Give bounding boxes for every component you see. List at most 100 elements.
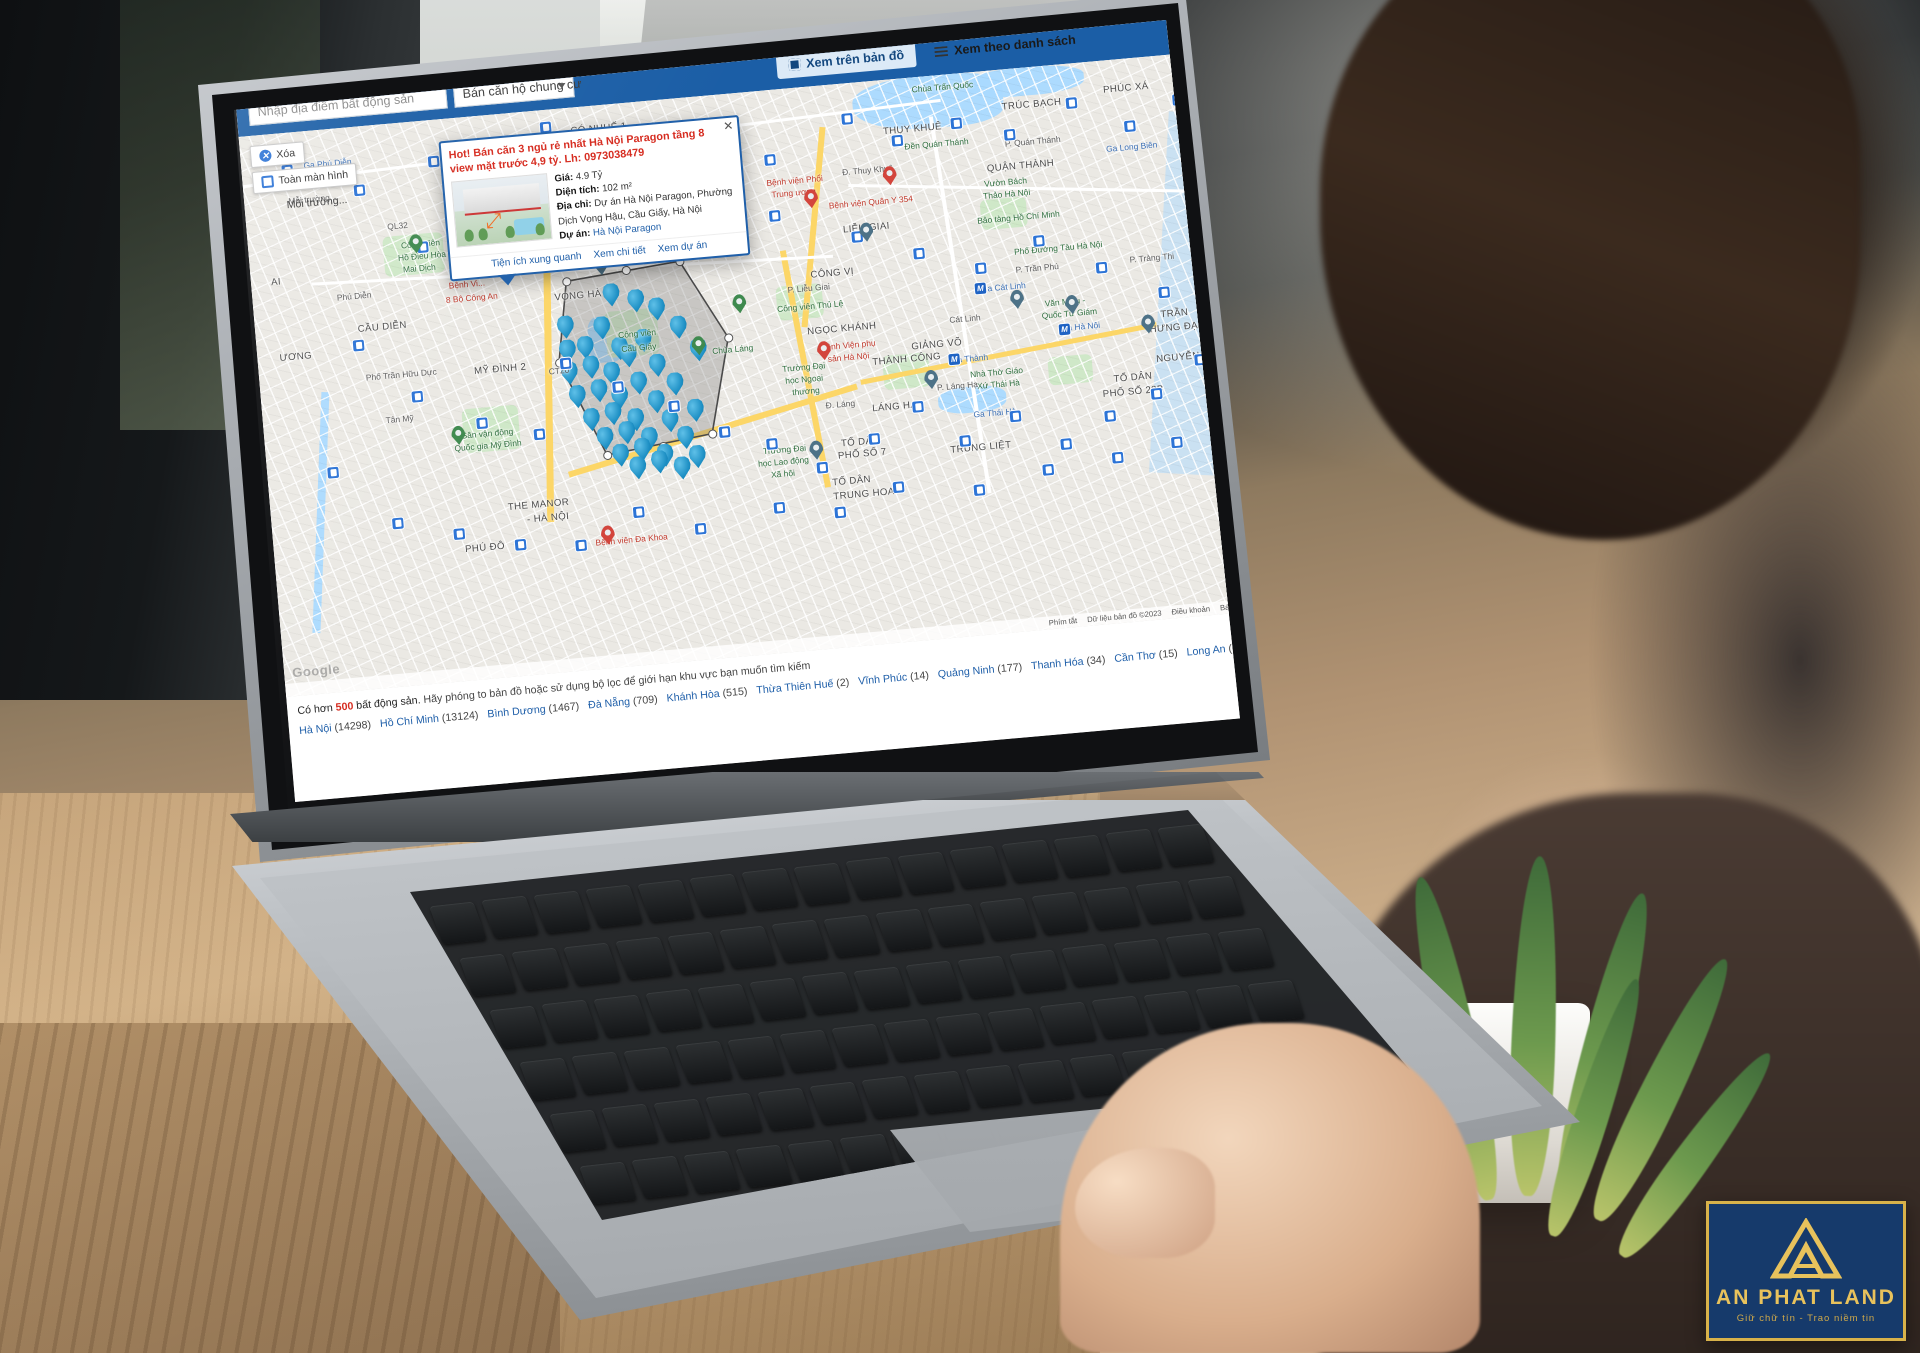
province-link[interactable]: Thanh Hóa (34)	[1031, 653, 1106, 672]
keyboard-key[interactable]	[845, 856, 903, 900]
keyboard-key[interactable]	[637, 879, 695, 922]
keyboard-key[interactable]	[593, 994, 651, 1038]
province-link[interactable]: Vĩnh Phúc (14)	[858, 669, 930, 687]
tab-for-rent[interactable]: Bất động sản cho thuê	[388, 20, 554, 48]
keyboard-key[interactable]	[1031, 892, 1089, 935]
keyboard-key[interactable]	[853, 966, 911, 1010]
keyboard-key[interactable]	[705, 1092, 763, 1136]
zoom-in-button[interactable]: +	[1254, 475, 1280, 503]
map-style-select[interactable]: Bản đồ	[1189, 55, 1242, 83]
keyboard-key[interactable]	[927, 903, 985, 946]
keyboard-key[interactable]	[1083, 886, 1141, 930]
keyboard-key[interactable]	[571, 1052, 629, 1095]
province-link[interactable]: Bà Rịa Vũng Tàu (445)	[1256, 630, 1315, 652]
keyboard-key[interactable]	[489, 1005, 547, 1049]
keyboard-key[interactable]	[481, 896, 539, 939]
keyboard-key[interactable]	[615, 936, 673, 980]
province-link[interactable]: Khánh Hòa (515)	[666, 685, 748, 704]
keyboard-key[interactable]	[949, 845, 1007, 889]
bus-stop-icon	[427, 155, 440, 168]
province-link[interactable]: Cần Thơ (15)	[1114, 647, 1178, 665]
zoom-out-button[interactable]: −	[1256, 501, 1282, 529]
keyboard-key[interactable]	[675, 1040, 733, 1084]
clear-selection-button[interactable]: ✕ Xóa	[249, 141, 306, 169]
keyboard-key[interactable]	[935, 1012, 993, 1056]
keyboard-key[interactable]	[1039, 1001, 1097, 1045]
keyboard-key[interactable]	[1017, 1059, 1075, 1102]
keyboard-key[interactable]	[631, 1156, 689, 1199]
keyboard-key[interactable]	[697, 983, 755, 1026]
province-name: Khánh Hòa	[666, 687, 724, 705]
keyboard-key[interactable]	[1053, 834, 1111, 878]
keyboard-key[interactable]	[809, 1081, 867, 1125]
keyboard-key[interactable]	[1061, 944, 1119, 987]
keyboard-key[interactable]	[905, 960, 963, 1004]
keyboard-key[interactable]	[727, 1035, 785, 1078]
keyboard-key[interactable]	[623, 1046, 681, 1090]
keyboard-key[interactable]	[757, 1087, 815, 1130]
view-project-link[interactable]: Xem dự án	[657, 240, 707, 255]
keyboard-key[interactable]	[459, 953, 517, 997]
province-link[interactable]: Hà Nội (14298)	[299, 718, 372, 736]
keyboard-key[interactable]	[987, 1007, 1045, 1050]
keyboard-key[interactable]	[771, 920, 829, 963]
keyboard-key[interactable]	[719, 925, 777, 969]
keyboard-key[interactable]	[801, 972, 859, 1015]
keyboard-key[interactable]	[749, 977, 807, 1021]
bus-stop-icon	[1123, 120, 1136, 133]
keyboard-key[interactable]	[1001, 840, 1059, 883]
keyboard-key[interactable]	[793, 862, 851, 906]
keyboard-key[interactable]	[1247, 979, 1305, 1022]
keyboard-key[interactable]	[979, 897, 1037, 941]
keyboard-key[interactable]	[1143, 990, 1201, 1034]
province-link[interactable]: Quảng Ninh (177)	[937, 661, 1022, 680]
keyboard-key[interactable]	[429, 901, 487, 945]
keyboard-key[interactable]	[897, 851, 955, 894]
map-canvas[interactable]: Ga Phú DiễnCÓ NHUẾ 1Chùa Trấn QuốcTHỤY K…	[238, 46, 1284, 698]
keyboard-key[interactable]	[831, 1024, 889, 1067]
keyboard-key[interactable]	[779, 1029, 837, 1073]
keyboard-key[interactable]	[861, 1076, 919, 1119]
terms-link[interactable]: Điều khoản	[1171, 604, 1210, 616]
listing-thumbnail[interactable]: ⤢	[450, 173, 553, 248]
keyboard-key[interactable]	[689, 873, 747, 917]
keyboard-key[interactable]	[957, 955, 1015, 998]
keyboard-key[interactable]	[601, 1104, 659, 1147]
province-link[interactable]: Đà Nẵng (709)	[588, 693, 659, 711]
keyboard-key[interactable]	[1217, 927, 1275, 970]
zoom-controls[interactable]: + −	[1253, 474, 1284, 530]
keyboard-key[interactable]	[1187, 875, 1245, 918]
view-detail-link[interactable]: Xem chi tiết	[593, 245, 646, 261]
nearby-amenities-link[interactable]: Tiện ích xung quanh	[491, 251, 582, 270]
keyboard-key[interactable]	[667, 931, 725, 974]
keyboard-key[interactable]	[585, 884, 643, 928]
keyboard-key[interactable]	[823, 914, 881, 958]
keyboard-key[interactable]	[913, 1070, 971, 1114]
keyboard-key[interactable]	[511, 948, 569, 991]
keyboard-key[interactable]	[645, 988, 703, 1032]
results-prefix: Có hơn	[296, 701, 337, 718]
keyboard-key[interactable]	[741, 868, 799, 911]
results-suffix: bất động sản.	[352, 694, 422, 713]
keyboard-key[interactable]	[533, 890, 591, 934]
keyboard-key[interactable]	[875, 908, 933, 952]
keyboard-key[interactable]	[883, 1018, 941, 1062]
tab-for-sale[interactable]: Bất động sản bán	[241, 20, 386, 61]
keyboard-key[interactable]	[787, 1139, 845, 1182]
keyboard-shortcuts-link[interactable]: Phím tắt	[1048, 616, 1077, 628]
keyboard-key[interactable]	[735, 1144, 793, 1188]
keyboard-key[interactable]	[1105, 828, 1163, 872]
keyboard-key[interactable]	[1135, 880, 1193, 924]
listing-info-window[interactable]: ✕ Hot! Bán căn 3 ngủ rẻ nhất Hà Nội Para…	[438, 114, 751, 287]
keyboard-key[interactable]	[1165, 932, 1223, 976]
keyboard-key[interactable]	[1195, 984, 1253, 1028]
keyboard-key[interactable]	[653, 1098, 711, 1142]
keyboard-key[interactable]	[1113, 938, 1171, 982]
keyboard-key[interactable]	[563, 942, 621, 986]
keyboard-key[interactable]	[965, 1064, 1023, 1108]
close-icon[interactable]: ✕	[723, 118, 734, 133]
keyboard-key[interactable]	[541, 1000, 599, 1043]
keyboard-key[interactable]	[1009, 949, 1067, 993]
keyboard-key[interactable]	[683, 1150, 741, 1194]
keyboard-key[interactable]	[1091, 996, 1149, 1039]
